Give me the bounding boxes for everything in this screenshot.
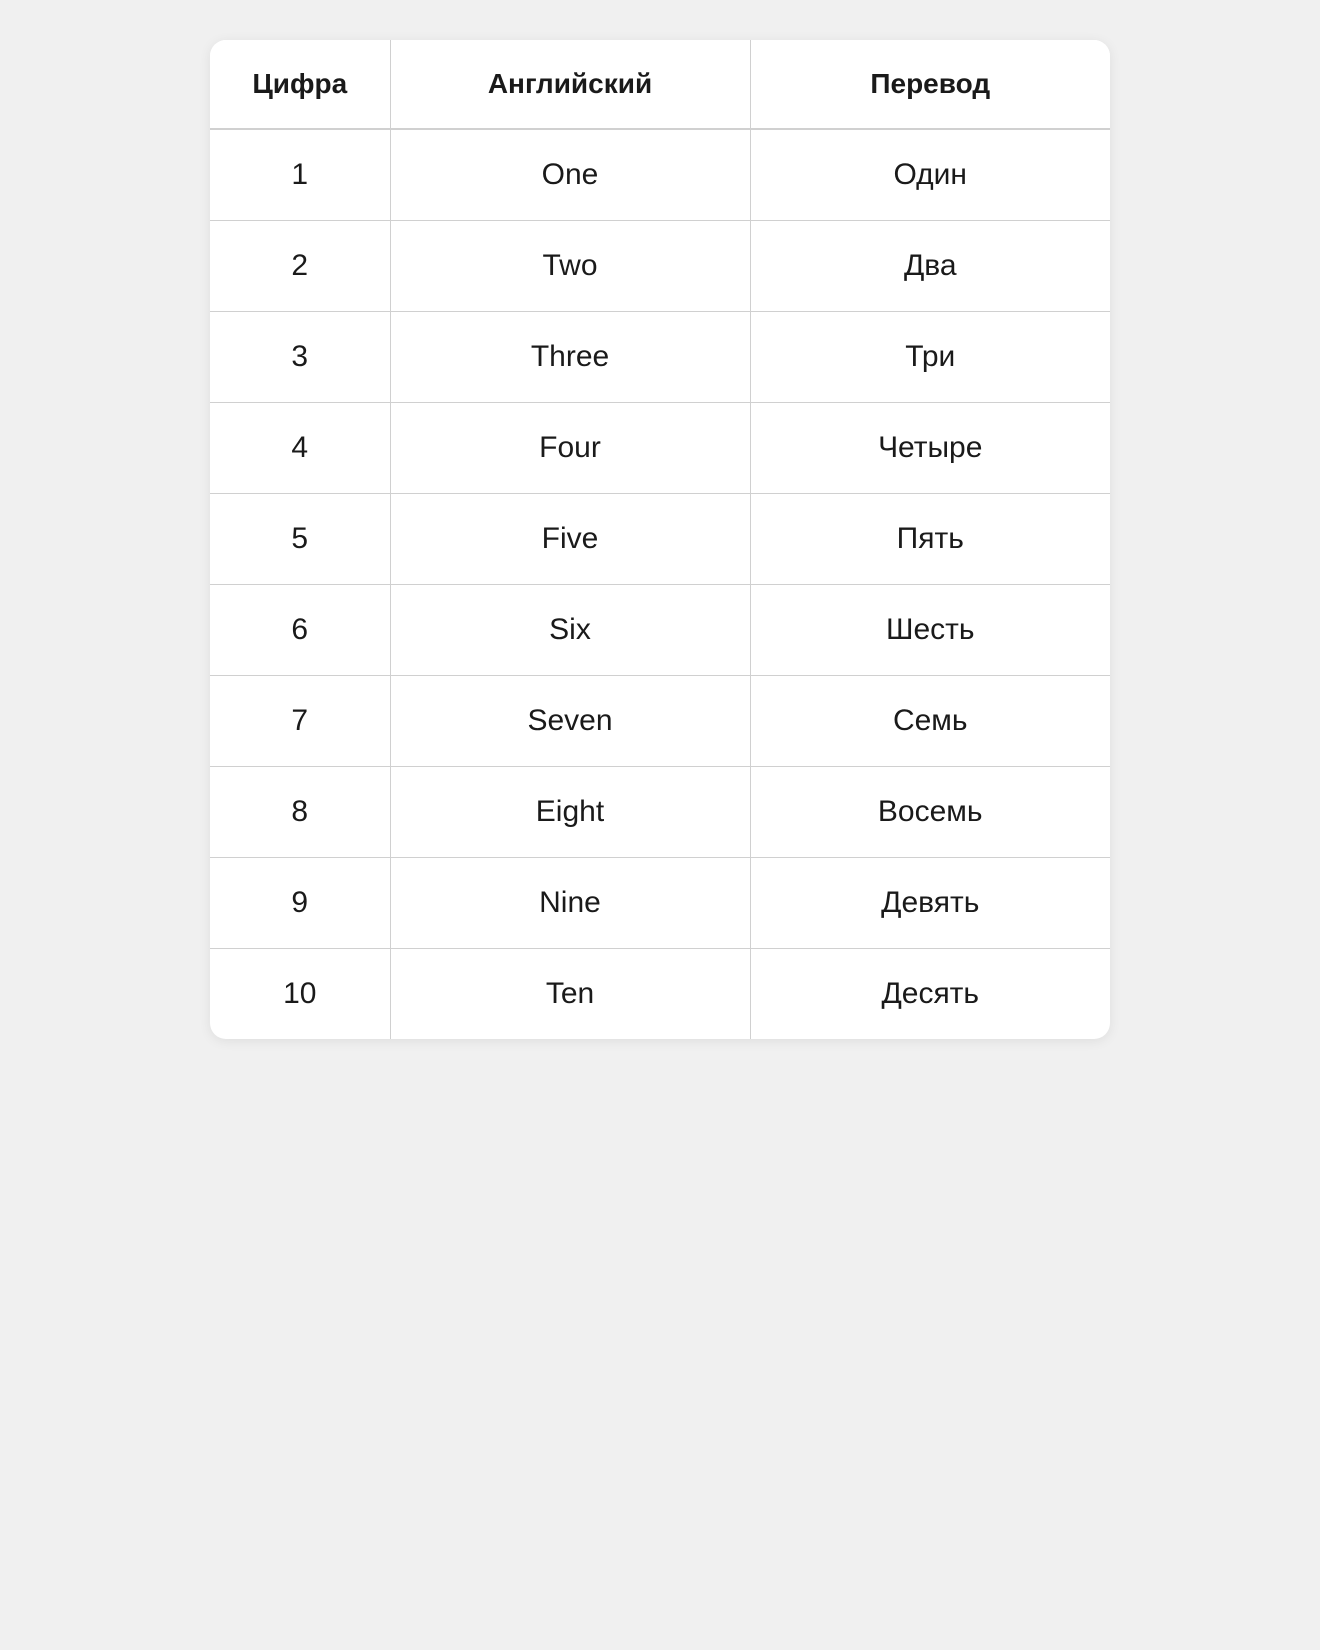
cell-english: Six <box>390 585 750 676</box>
table-row: 9NineДевять <box>210 858 1110 949</box>
cell-russian: Четыре <box>750 403 1110 494</box>
table-row: 4FourЧетыре <box>210 403 1110 494</box>
cell-number: 4 <box>210 403 390 494</box>
cell-number: 10 <box>210 949 390 1040</box>
table-row: 2TwoДва <box>210 221 1110 312</box>
cell-english: Five <box>390 494 750 585</box>
cell-number: 2 <box>210 221 390 312</box>
cell-number: 6 <box>210 585 390 676</box>
cell-number: 5 <box>210 494 390 585</box>
numbers-table: Цифра Английский Перевод 1OneОдин2TwoДва… <box>210 40 1110 1039</box>
cell-english: Two <box>390 221 750 312</box>
cell-english: Seven <box>390 676 750 767</box>
cell-english: Ten <box>390 949 750 1040</box>
table-row: 3ThreeТри <box>210 312 1110 403</box>
table-row: 5FiveПять <box>210 494 1110 585</box>
cell-russian: Пять <box>750 494 1110 585</box>
table-row: 8EightВосемь <box>210 767 1110 858</box>
cell-number: 7 <box>210 676 390 767</box>
cell-russian: Один <box>750 129 1110 221</box>
header-english: Английский <box>390 40 750 129</box>
cell-russian: Три <box>750 312 1110 403</box>
cell-russian: Восемь <box>750 767 1110 858</box>
cell-russian: Десять <box>750 949 1110 1040</box>
table-row: 1OneОдин <box>210 129 1110 221</box>
header-russian: Перевод <box>750 40 1110 129</box>
cell-number: 1 <box>210 129 390 221</box>
table-header-row: Цифра Английский Перевод <box>210 40 1110 129</box>
table-row: 6SixШесть <box>210 585 1110 676</box>
cell-russian: Шесть <box>750 585 1110 676</box>
header-number: Цифра <box>210 40 390 129</box>
cell-number: 3 <box>210 312 390 403</box>
cell-english: Three <box>390 312 750 403</box>
cell-english: Eight <box>390 767 750 858</box>
cell-english: One <box>390 129 750 221</box>
table-row: 10TenДесять <box>210 949 1110 1040</box>
cell-russian: Девять <box>750 858 1110 949</box>
cell-russian: Семь <box>750 676 1110 767</box>
cell-english: Nine <box>390 858 750 949</box>
main-table-container: Цифра Английский Перевод 1OneОдин2TwoДва… <box>210 40 1110 1039</box>
cell-russian: Два <box>750 221 1110 312</box>
cell-number: 9 <box>210 858 390 949</box>
cell-english: Four <box>390 403 750 494</box>
table-row: 7SevenСемь <box>210 676 1110 767</box>
cell-number: 8 <box>210 767 390 858</box>
